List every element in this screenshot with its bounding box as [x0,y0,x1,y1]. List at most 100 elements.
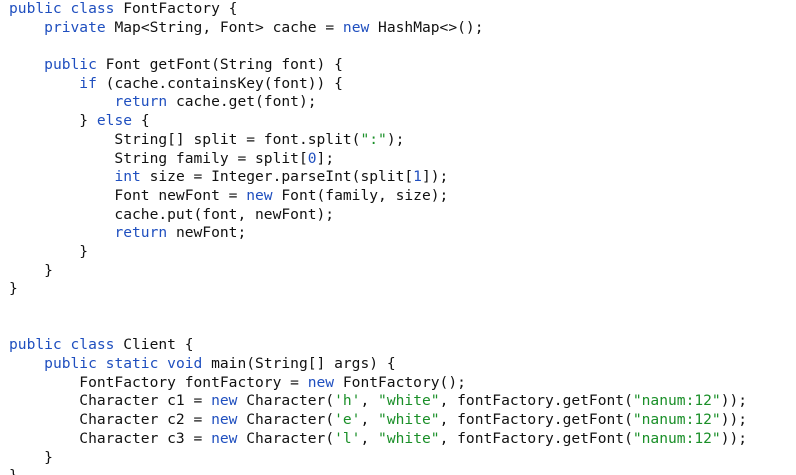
code-token: , [360,392,379,410]
code-token: } [9,467,18,475]
code-token: 'e' [334,411,361,429]
code-token: )); [720,429,748,447]
code-token: ]); [421,168,449,186]
code-line: Font newFont = new Font(family, size); [9,187,747,206]
code-token: new [211,429,238,447]
code-token: Character( [237,429,335,447]
code-token: Client { [114,336,194,354]
code-token: "white" [378,392,440,410]
code-line: FontFactory fontFactory = new FontFactor… [9,374,747,393]
code-token: new [342,18,370,36]
code-token: "white" [378,411,440,429]
code-token: newFont; [167,224,247,242]
code-token: String family = split[ [9,149,308,167]
code-token: 0 [307,149,317,167]
code-line: String family = split[0]; [9,150,747,169]
code-token: 1 [413,168,422,186]
code-token: } [9,242,89,260]
code-token: HashMap<>(); [369,18,484,36]
code-token: FontFactory(); [334,373,466,391]
code-token: int [114,168,141,186]
code-token: public class [9,0,115,17]
code-token: ); [386,130,405,148]
code-line: Character c2 = new Character('e', "white… [9,411,747,430]
code-token: Character c2 = [9,411,212,429]
code-token: Character c1 = [9,392,212,410]
code-line: String[] split = font.split(":"); [9,131,747,150]
code-token: if [79,74,97,92]
code-token: , fontFactory.getFont( [439,392,633,410]
code-token: { [132,112,150,130]
code-line: public static void main(String[] args) { [9,355,747,374]
code-token: size = Integer.parseInt(split[ [140,168,414,186]
code-token: Character( [237,392,335,410]
code-line: private Map<String, Font> cache = new Ha… [9,19,747,38]
code-token: Font getFont(String font) { [96,56,343,74]
code-token: "nanum:12" [632,392,721,410]
code-token: ":" [360,130,387,148]
code-line: public class Client { [9,336,747,355]
code-token: 'l' [334,429,361,447]
code-token: new [211,392,238,410]
code-token: String[] split = font.split( [9,130,361,148]
code-line: } [9,449,747,468]
code-token: } [9,280,18,298]
code-token: , fontFactory.getFont( [439,411,633,429]
code-token: new [211,411,238,429]
code-line: if (cache.containsKey(font)) { [9,75,747,94]
code-line: return newFont; [9,224,747,243]
code-editor[interactable]: public class FontFactory { private Map<S… [0,0,796,475]
code-token: , [360,411,379,429]
code-token: Font(family, size); [272,186,449,204]
code-line: } else { [9,112,747,131]
code-token: else [96,112,133,130]
code-token: 'h' [334,392,361,410]
code-token: new [246,186,273,204]
code-line: } [9,467,747,475]
code-token: } [9,261,53,279]
code-token: "nanum:12" [632,429,721,447]
code-token: new [307,373,335,391]
code-token: } [9,448,53,466]
code-token: cache.get(font); [167,93,317,111]
code-token: Font newFont = [9,186,247,204]
code-token: (cache.containsKey(font)) { [96,74,343,92]
code-token: private [44,18,106,36]
code-token: main(String[] args) { [202,355,396,373]
code-token: return [114,93,168,111]
code-line: } [9,280,747,299]
code-token: cache.put(font, newFont); [9,205,335,223]
code-token: , [360,429,379,447]
code-token: ]; [316,149,335,167]
code-token: )); [720,392,748,410]
code-token: public [44,56,97,74]
code-token: Character( [237,411,335,429]
code-line: int size = Integer.parseInt(split[1]); [9,168,747,187]
code-token: Map<String, Font> cache = [105,18,343,36]
code-token: public static void [44,355,203,373]
code-line: Character c1 = new Character('h', "white… [9,392,747,411]
code-line: } [9,262,747,281]
code-line: public class FontFactory { [9,0,747,19]
code-token: Character c3 = [9,429,212,447]
code-token: , fontFactory.getFont( [439,429,633,447]
code-line: public Font getFont(String font) { [9,56,747,75]
code-token: } [9,112,97,130]
code-token: )); [720,411,748,429]
code-line: Character c3 = new Character('l', "white… [9,430,747,449]
code-token: FontFactory fontFactory = [9,373,308,391]
code-line: return cache.get(font); [9,93,747,112]
code-line: cache.put(font, newFont); [9,206,747,225]
code-block: public class FontFactory { private Map<S… [9,0,747,475]
code-token: return [114,224,168,242]
